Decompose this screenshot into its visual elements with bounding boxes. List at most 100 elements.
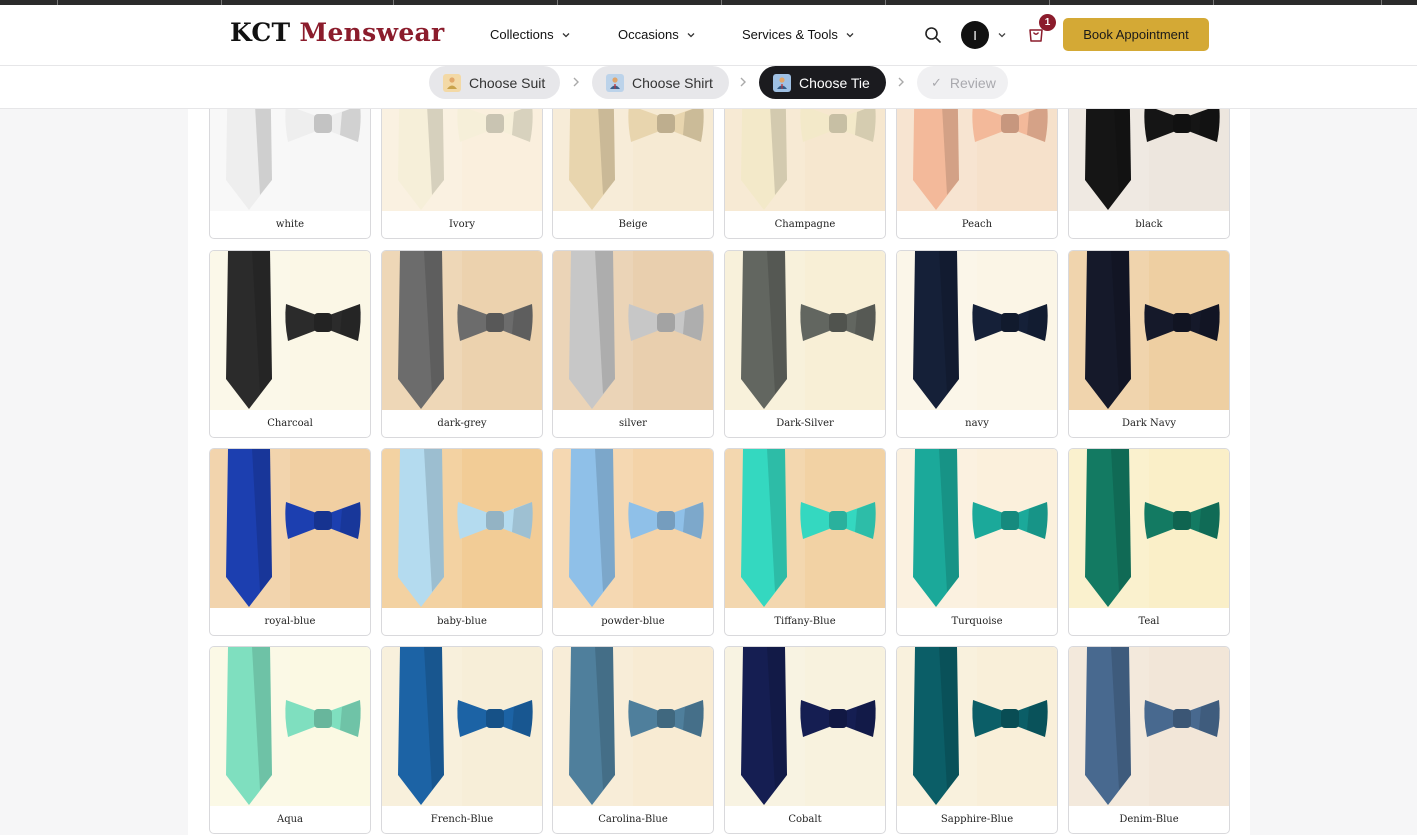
tie-swatch-image <box>553 251 713 410</box>
tie-color-grid: white Ivory Beige Champagne Peach black Charco… <box>188 109 1250 835</box>
step-tie-label: Choose Tie <box>799 74 870 91</box>
avatar-initial: I <box>973 27 977 43</box>
tie-card[interactable]: Dark Navy <box>1068 250 1230 438</box>
user-avatar[interactable]: I <box>961 21 989 49</box>
tie-swatch-image <box>553 449 713 608</box>
tie-card[interactable]: silver <box>552 250 714 438</box>
tie-card[interactable]: Champagne <box>724 109 886 239</box>
site-header: KCT Menswear Collections Occasions Servi… <box>0 5 1417 66</box>
chevron-down-icon <box>846 32 854 37</box>
tie-color-name: Beige <box>618 218 648 230</box>
tie-swatch-image <box>553 647 713 806</box>
tie-color-name: dark-grey <box>437 417 487 429</box>
tie-swatch-image <box>382 449 542 608</box>
tie-swatch-image <box>210 251 370 410</box>
tie-color-name: silver <box>619 417 647 429</box>
tie-swatch-image <box>1069 449 1229 608</box>
tie-color-name: Turquoise <box>951 615 1003 627</box>
nav-occasions-label: Occasions <box>618 27 679 42</box>
tie-color-name: Dark-Silver <box>776 417 834 429</box>
cart-count-badge: 1 <box>1039 14 1056 31</box>
tie-swatch-image <box>210 449 370 608</box>
tie-swatch-image <box>382 647 542 806</box>
chevron-right-icon <box>573 77 579 87</box>
tie-swatch-image <box>1069 251 1229 410</box>
tie-card[interactable]: French-Blue <box>381 646 543 834</box>
nav-services-tools[interactable]: Services & Tools <box>742 27 856 42</box>
step-shirt-label: Choose Shirt <box>632 74 713 91</box>
tie-swatch-image <box>897 647 1057 806</box>
tie-card[interactable]: Cobalt <box>724 646 886 834</box>
checkmark-icon: ✓ <box>931 74 942 90</box>
tie-color-name: Champagne <box>774 218 836 230</box>
tie-card[interactable]: navy <box>896 250 1058 438</box>
builder-steps: Choose Suit Choose Shirt Choose Tie ✓ Re… <box>0 66 1417 109</box>
tie-card[interactable]: Aqua <box>209 646 371 834</box>
tie-card[interactable]: black <box>1068 109 1230 239</box>
nav-collections[interactable]: Collections <box>490 27 572 42</box>
nav-services-tools-label: Services & Tools <box>742 27 838 42</box>
shirt-emoji-icon <box>606 73 624 92</box>
tie-color-name: Tiffany-Blue <box>774 615 836 627</box>
tie-color-name: baby-blue <box>437 615 487 627</box>
tie-swatch-image <box>382 251 542 410</box>
tie-card[interactable]: baby-blue <box>381 448 543 636</box>
tie-color-name: navy <box>965 417 989 429</box>
tie-swatch-image <box>725 647 885 806</box>
tie-card[interactable]: powder-blue <box>552 448 714 636</box>
tie-card[interactable]: Teal <box>1068 448 1230 636</box>
tie-color-name: Carolina-Blue <box>598 813 668 825</box>
tie-color-name: royal-blue <box>264 615 316 627</box>
tie-color-name: Dark Navy <box>1121 417 1176 429</box>
tie-emoji-icon <box>773 73 791 92</box>
tie-swatch-image <box>382 109 542 211</box>
tie-color-name: Teal <box>1138 615 1160 627</box>
search-button[interactable] <box>922 24 944 46</box>
chevron-right-icon <box>740 77 746 87</box>
tie-color-name: French-Blue <box>430 813 494 825</box>
chevron-down-icon <box>998 33 1006 38</box>
tie-card[interactable]: Beige <box>552 109 714 239</box>
tie-color-name: Denim-Blue <box>1119 813 1179 825</box>
tie-swatch-image <box>1069 109 1229 211</box>
tie-swatch-image <box>210 647 370 806</box>
tie-swatch-image <box>553 109 713 211</box>
search-icon <box>925 27 941 43</box>
suit-emoji-icon <box>443 73 461 92</box>
tie-card[interactable]: Peach <box>896 109 1058 239</box>
step-choose-suit[interactable]: Choose Suit <box>429 66 560 99</box>
tie-card[interactable]: Dark-Silver <box>724 250 886 438</box>
step-choose-shirt[interactable]: Choose Shirt <box>592 66 729 99</box>
nav-occasions[interactable]: Occasions <box>618 27 697 42</box>
step-suit-label: Choose Suit <box>469 74 546 91</box>
step-review[interactable]: ✓ Review <box>917 66 1008 99</box>
tie-card[interactable]: dark-grey <box>381 250 543 438</box>
brand-logo[interactable]: KCT Menswear <box>230 18 445 47</box>
chevron-down-icon <box>687 32 695 37</box>
step-choose-tie[interactable]: Choose Tie <box>759 66 886 99</box>
brand-logo-part2: Menswear <box>299 18 445 47</box>
tie-swatch-image <box>725 251 885 410</box>
account-menu-toggle[interactable] <box>995 28 1009 42</box>
tie-color-name: Aqua <box>276 813 304 825</box>
tie-card[interactable]: Charcoal <box>209 250 371 438</box>
tie-swatch-image <box>210 109 370 211</box>
tie-swatch-image <box>725 449 885 608</box>
tie-swatch-image <box>1069 647 1229 806</box>
tie-color-name: Ivory <box>448 218 476 230</box>
tie-card[interactable]: white <box>209 109 371 239</box>
tie-card[interactable]: Denim-Blue <box>1068 646 1230 834</box>
tie-color-name: white <box>275 218 305 230</box>
book-appointment-button[interactable]: Book Appointment <box>1063 18 1209 51</box>
tie-card[interactable]: Turquoise <box>896 448 1058 636</box>
tie-card[interactable]: Tiffany-Blue <box>724 448 886 636</box>
tie-color-name: powder-blue <box>601 615 665 627</box>
tie-card[interactable]: Carolina-Blue <box>552 646 714 834</box>
tie-card[interactable]: Sapphire-Blue <box>896 646 1058 834</box>
chevron-right-icon <box>898 77 904 87</box>
tie-swatch-image <box>897 251 1057 410</box>
tie-card[interactable]: royal-blue <box>209 448 371 636</box>
tie-swatch-image <box>897 109 1057 211</box>
tie-card[interactable]: Ivory <box>381 109 543 239</box>
tie-color-name: black <box>1135 218 1163 230</box>
